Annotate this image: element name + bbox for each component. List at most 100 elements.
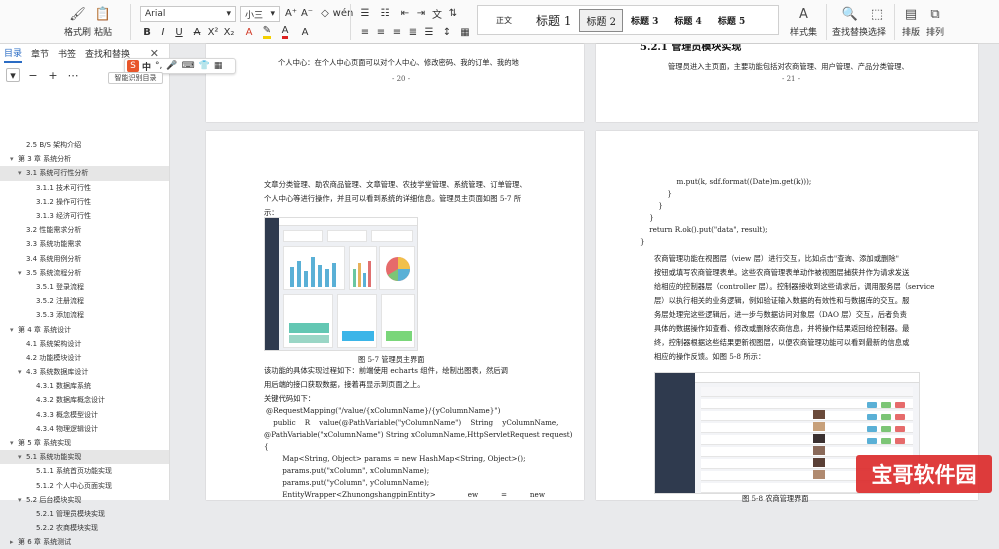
underline-icon[interactable]: U <box>172 25 186 39</box>
toc-item[interactable]: ▾ 5.1 系统功能实现 <box>0 450 169 465</box>
collapse-all-icon[interactable]: ▾ <box>6 68 20 82</box>
italic-icon[interactable]: I <box>156 25 170 39</box>
styles-set-button[interactable]: A 样式集 <box>790 0 818 39</box>
ime-mode[interactable]: 中 <box>142 60 151 73</box>
align-left-icon[interactable]: ≡ <box>358 25 372 39</box>
toc-item[interactable]: ▾ 4.3 系统数据库设计 <box>0 365 169 379</box>
pinyin-icon[interactable]: wén <box>333 6 354 20</box>
toc-item[interactable]: 4.1 系统架构设计 <box>0 337 169 351</box>
toc-item[interactable]: 4.3.2 数据库概念设计 <box>0 393 169 407</box>
find-replace-button[interactable]: 🔍 查找替换 <box>832 0 868 39</box>
toc-item[interactable]: 2.5 B/S 架构介绍 <box>0 138 169 152</box>
line-spacing-icon[interactable]: ↕ <box>440 25 454 39</box>
font-size-select[interactable]: 小三 ▾ <box>240 6 280 22</box>
expand-caret-icon[interactable]: ▾ <box>18 453 26 461</box>
style-heading-3[interactable]: 标题 3 <box>623 14 666 27</box>
distribute-icon[interactable]: ☰ <box>422 25 436 39</box>
grow-font-icon[interactable]: A⁺ <box>284 6 298 20</box>
toc-item[interactable]: 3.4 系统用例分析 <box>0 252 169 266</box>
styles-set-label: 样式集 <box>790 28 818 38</box>
toc-item[interactable]: 4.3.1 数据库系统 <box>0 379 169 393</box>
plus-icon[interactable]: + <box>46 68 60 82</box>
toc-item-label: 3.1.1 技术可行性 <box>36 183 92 192</box>
toc-item[interactable]: 4.3.3 概念模型设计 <box>0 408 169 422</box>
toc-item[interactable]: 3.1.3 经济可行性 <box>0 209 169 223</box>
layout-button[interactable]: ▤ 排版 <box>902 0 920 39</box>
toc-item[interactable]: ▾ 3.5 系统流程分析 <box>0 266 169 280</box>
bold-icon[interactable]: B <box>140 25 154 39</box>
align-center-icon[interactable]: ≡ <box>374 25 388 39</box>
toc-item[interactable]: ▾ 第 4 章 系统设计 <box>0 322 169 336</box>
highlight-color-icon[interactable]: ✎ <box>260 25 274 39</box>
toc-item[interactable]: 3.5.3 添加流程 <box>0 308 169 322</box>
toolbox-icon[interactable]: ▦ <box>214 61 223 71</box>
style-heading-5[interactable]: 标题 5 <box>710 14 753 27</box>
toc-item[interactable]: 5.1.1 系统首页功能实现 <box>0 464 169 478</box>
expand-caret-icon[interactable]: ▾ <box>18 269 26 277</box>
toc-item[interactable]: 3.1.1 技术可行性 <box>0 181 169 195</box>
clear-format-icon[interactable]: ◇ <box>318 6 332 20</box>
toc-item[interactable]: 4.3.4 物理逻辑设计 <box>0 422 169 436</box>
toc-item-label: 3.5.1 登录流程 <box>36 282 85 291</box>
paste-button[interactable]: 📋 粘贴 <box>94 0 112 39</box>
minus-icon[interactable]: − <box>26 68 40 82</box>
align-right-icon[interactable]: ≡ <box>390 25 404 39</box>
strikethrough-icon[interactable]: A <box>190 25 204 39</box>
arrange-button[interactable]: ⧉ 排列 <box>926 0 944 39</box>
tab-toc[interactable]: 目录 <box>4 46 23 63</box>
keyboard-icon[interactable]: ⌨ <box>182 61 195 71</box>
microphone-icon[interactable]: 🎤 <box>166 61 177 71</box>
expand-caret-icon[interactable]: ▾ <box>18 169 26 177</box>
borders-icon[interactable]: ▦ <box>458 25 472 39</box>
format-painter-button[interactable]: 🖌 格式刷 <box>64 0 91 39</box>
font-name-select[interactable]: Arial ▾ <box>140 6 236 22</box>
toc-item-label: 2.5 B/S 架构介绍 <box>26 141 82 150</box>
chinese-layout-icon[interactable]: 文 <box>430 6 444 21</box>
toc-item[interactable]: ▾ 第 3 章 系统分析 <box>0 152 169 166</box>
numbered-list-icon[interactable]: ☷ <box>378 6 392 20</box>
expand-caret-icon[interactable]: ▾ <box>10 439 18 447</box>
expand-caret-icon[interactable]: ▾ <box>10 326 18 334</box>
toc-item[interactable]: 3.3 系统功能需求 <box>0 237 169 251</box>
expand-caret-icon[interactable]: ▸ <box>10 538 18 546</box>
toc-item[interactable]: ▾ 第 5 章 系统实现 <box>0 436 169 450</box>
select-button[interactable]: ⬚ 选择 <box>868 0 886 39</box>
style-normal[interactable]: 正文 <box>488 15 520 26</box>
expand-caret-icon[interactable]: ▾ <box>18 368 26 376</box>
tab-bookmarks[interactable]: 书签 <box>58 47 76 62</box>
toc-item-label: 4.1 系统架构设计 <box>26 339 82 348</box>
sort-icon[interactable]: ⇅ <box>446 6 460 20</box>
toc-item[interactable]: 3.2 性能需求分析 <box>0 223 169 237</box>
style-heading-4[interactable]: 标题 4 <box>666 14 709 27</box>
style-heading-1[interactable]: 标题 1 <box>528 12 579 29</box>
toc-item[interactable]: 3.1.2 操作可行性 <box>0 195 169 209</box>
shrink-font-icon[interactable]: A⁻ <box>300 6 314 20</box>
toc-item[interactable]: ▾ 3.1 系统可行性分析 <box>0 166 169 181</box>
tab-chapters[interactable]: 章节 <box>31 47 49 62</box>
toc-item[interactable]: 5.1.2 个人中心页面实现 <box>0 479 169 493</box>
punctuation-icon[interactable]: °, <box>155 61 162 71</box>
text-effect-icon[interactable]: A <box>242 25 256 39</box>
bullet-list-icon[interactable]: ☰ <box>358 6 372 20</box>
arrange-icon: ⧉ <box>930 6 940 22</box>
paragraph-line: 个人中心等进行操作，并且可以看到系统的详细信息。管理员主页面如图 5-7 所 <box>264 194 522 203</box>
subscript-icon[interactable]: X₂ <box>222 25 236 39</box>
style-heading-2[interactable]: 标题 2 <box>579 8 623 32</box>
font-color-icon[interactable]: A <box>278 25 292 39</box>
toc-item[interactable]: 3.5.2 注册流程 <box>0 294 169 308</box>
decrease-indent-icon[interactable]: ⇤ <box>398 6 412 20</box>
superscript-icon[interactable]: X² <box>206 25 220 39</box>
brush-icon: 🖌 <box>69 6 86 22</box>
toc-item[interactable]: ▸ 第 6 章 系统测试 <box>0 535 169 549</box>
toc-item[interactable]: 3.5.1 登录流程 <box>0 280 169 294</box>
toc-item[interactable]: 5.2.2 农商模块实现 <box>0 521 169 535</box>
more-icon[interactable]: ⋯ <box>66 68 80 82</box>
divider <box>894 4 895 40</box>
expand-caret-icon[interactable]: ▾ <box>10 155 18 163</box>
toc-item[interactable]: 4.2 功能模块设计 <box>0 351 169 365</box>
toc-item[interactable]: 5.2.1 管理员模块实现 <box>0 507 169 521</box>
increase-indent-icon[interactable]: ⇥ <box>414 6 428 20</box>
justify-icon[interactable]: ≣ <box>406 25 420 39</box>
skin-icon[interactable]: 👕 <box>199 61 210 71</box>
char-border-icon[interactable]: A <box>298 25 312 39</box>
